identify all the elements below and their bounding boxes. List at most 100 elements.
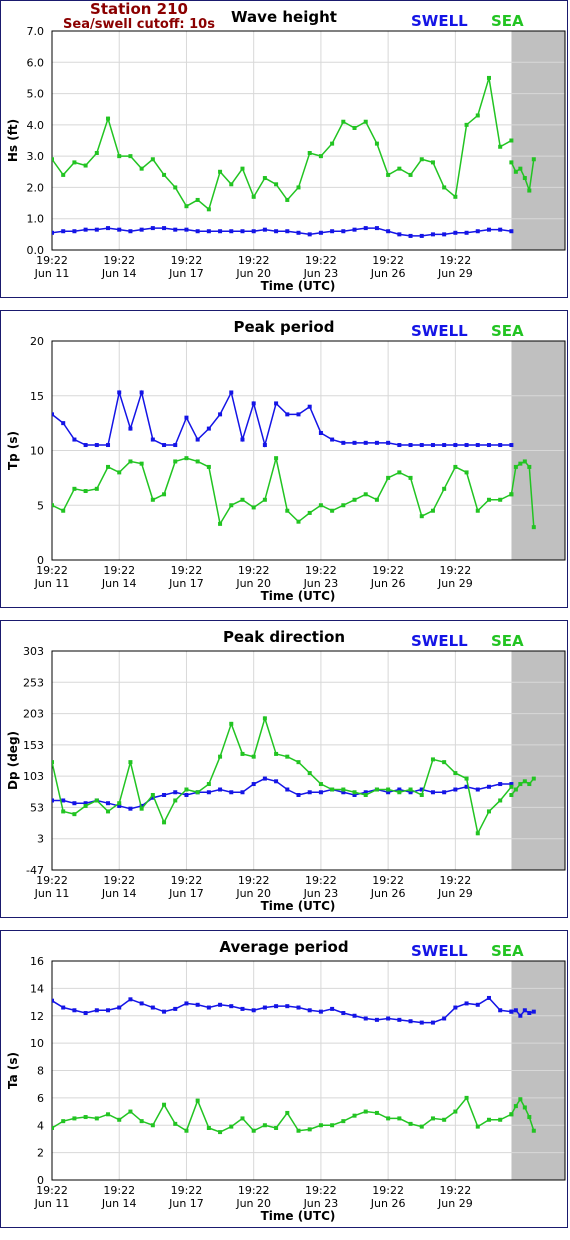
sea-point: [408, 787, 413, 792]
swell-point: [218, 229, 223, 234]
swell-point: [307, 1008, 312, 1013]
sea-point: [262, 497, 267, 502]
sea-point: [318, 782, 323, 787]
sea-point: [419, 514, 424, 519]
swell-point: [52, 412, 54, 417]
swell-point: [162, 792, 167, 797]
x-tick-time: 19:22: [238, 1184, 270, 1197]
sea-point: [52, 760, 54, 765]
sea-point: [184, 787, 189, 792]
swell-point: [206, 790, 211, 795]
sea-point: [83, 803, 88, 808]
sea-point: [240, 497, 245, 502]
swell-point: [195, 1002, 200, 1007]
x-tick-date: Jun 29: [437, 1197, 473, 1210]
swell-point: [285, 229, 290, 234]
swell-point: [430, 443, 435, 448]
x-tick-date: Jun 26: [370, 577, 406, 590]
y-axis-label: Hs (ft): [6, 119, 20, 162]
sea-point: [318, 503, 323, 508]
swell-point: [386, 440, 391, 445]
x-tick-time: 19:22: [372, 1184, 404, 1197]
sea-point: [419, 157, 424, 162]
swell-point: [72, 437, 77, 442]
x-tick-date: Jun 14: [101, 1197, 137, 1210]
sea-point: [352, 790, 357, 795]
sea-point: [386, 1116, 391, 1121]
x-tick-time: 19:22: [36, 874, 68, 887]
x-tick-date: Jun 11: [34, 887, 70, 900]
swell-point: [106, 226, 111, 231]
swell-point: [229, 790, 234, 795]
swell-point: [94, 443, 99, 448]
swell-point: [72, 1008, 77, 1013]
swell-point: [442, 1016, 447, 1021]
sea-point: [128, 459, 133, 464]
swell-point: [352, 1013, 357, 1018]
swell-tail-point: [522, 1008, 527, 1013]
swell-point: [139, 390, 144, 395]
sea-point: [352, 125, 357, 130]
swell-point: [94, 227, 99, 232]
sea-point: [408, 475, 413, 480]
sea-point: [464, 122, 469, 127]
swell-point: [453, 443, 458, 448]
station-name: Station 210: [90, 0, 188, 18]
swell-point: [464, 230, 469, 235]
sea-point: [285, 197, 290, 202]
sea-point: [397, 470, 402, 475]
y-tick-label: 53: [30, 801, 44, 814]
swell-point: [419, 443, 424, 448]
y-tick-label: 5.0: [27, 88, 45, 101]
swell-point: [150, 226, 155, 231]
x-tick-time: 19:22: [305, 564, 337, 577]
sea-point: [83, 163, 88, 168]
swell-point: [262, 776, 267, 781]
x-tick-time: 19:22: [36, 564, 68, 577]
sea-tail-point: [518, 782, 523, 787]
sea-point: [363, 792, 368, 797]
swell-point: [498, 1008, 503, 1013]
sea-tail-point: [513, 1104, 518, 1109]
sea-point: [195, 197, 200, 202]
sea-point: [128, 154, 133, 159]
swell-point: [498, 782, 503, 787]
swell-point: [162, 1009, 167, 1014]
sea-point: [262, 176, 267, 181]
sea-point: [94, 1116, 99, 1121]
sea-point: [330, 787, 335, 792]
sea-point: [307, 771, 312, 776]
swell-point: [296, 1005, 301, 1010]
swell-point: [128, 426, 133, 431]
sea-point: [218, 521, 223, 526]
cutoff-label: Sea/swell cutoff: 10s: [63, 17, 215, 32]
sea-point: [162, 1102, 167, 1107]
sea-point: [106, 464, 111, 469]
sea-point: [430, 1116, 435, 1121]
x-tick-time: 19:22: [103, 254, 135, 267]
sea-point: [274, 751, 279, 756]
y-tick-label: 153: [23, 739, 44, 752]
sea-point: [162, 172, 167, 177]
x-tick-time: 19:22: [36, 1184, 68, 1197]
sea-point: [251, 505, 256, 510]
sea-point: [386, 475, 391, 480]
swell-point: [251, 401, 256, 406]
x-axis-label: Time (UTC): [261, 1209, 336, 1223]
swell-point: [173, 443, 178, 448]
legend-swell: SWELL: [411, 632, 468, 650]
x-tick-date: Jun 17: [168, 887, 204, 900]
sea-point: [61, 1119, 66, 1124]
swell-point: [52, 798, 54, 803]
swell-point: [330, 437, 335, 442]
sea-point: [296, 185, 301, 190]
sea-point: [117, 154, 122, 159]
swell-tail-point: [513, 1008, 518, 1013]
swell-point: [240, 437, 245, 442]
swell-point: [408, 443, 413, 448]
swell-point: [94, 1008, 99, 1013]
swell-point: [173, 227, 178, 232]
sea-point: [139, 166, 144, 171]
sea-tail-point: [522, 779, 527, 784]
sea-point: [352, 497, 357, 502]
